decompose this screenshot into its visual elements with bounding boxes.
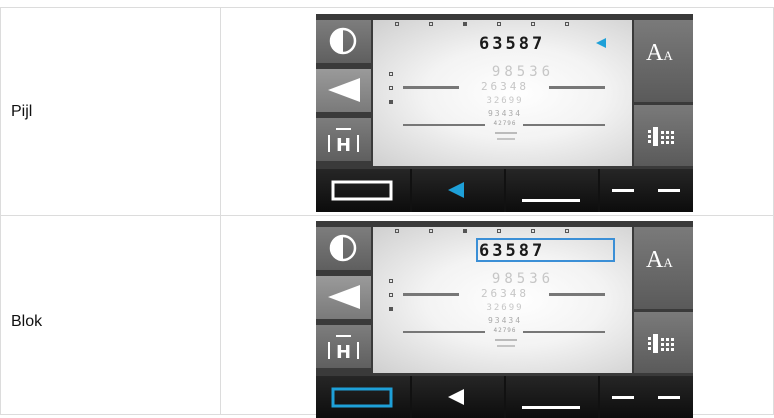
chart-marker [395,229,399,233]
chart-marker [463,229,467,233]
rectangle-frame-icon [331,387,393,408]
chart-grid-icon [648,127,674,146]
underline-icon [522,199,580,202]
letter-frame-icon: H [328,335,359,363]
arrow-mode-button[interactable] [316,69,371,112]
chart-layout-button[interactable] [634,105,693,166]
arrow-mode-button[interactable] [316,276,371,319]
arrow-pointer-button[interactable] [412,169,504,212]
letter-frame-button[interactable]: H [316,118,371,161]
dashes-icon [612,396,680,399]
chart-marker [531,22,535,26]
guide-line-left-2 [403,331,485,333]
contrast-icon [329,27,357,55]
guide-line-left-2 [403,124,485,126]
table-column-divider [220,7,221,414]
chart-grid-icon [648,334,674,353]
chart-marker [389,307,393,311]
font-size-icon: AA [646,247,673,273]
svg-text:H: H [336,342,351,363]
guide-line-right-2 [523,124,605,126]
chart-line-5: 93434 [487,316,523,325]
chart-line-1: 63587 [479,34,546,54]
chart-line-5: 93434 [487,109,523,118]
chart-line-4: 32699 [486,303,524,313]
chart-line-3: 26348 [480,80,530,93]
letter-frame-icon: H [328,128,359,156]
table-border-top [0,7,774,8]
eye-chart-display: 63587 98536 26348 32699 93434 42796 [373,20,632,166]
chart-line-2: 98536 [491,64,555,80]
chart-line-4: 32699 [486,96,524,106]
underline-icon [522,406,580,409]
chart-marker [389,293,393,297]
dashes-icon [612,189,680,192]
dashes-mode-button[interactable] [600,376,693,418]
chart-marker [565,22,569,26]
device-screenshot-blok: H 63587 98536 26348 32699 93434 42796 AA [316,221,693,418]
chart-marker [531,229,535,233]
font-size-icon: AA [646,40,673,66]
chart-marker [497,229,501,233]
guide-line-left [403,86,459,89]
letter-frame-button[interactable]: H [316,325,371,368]
chart-line-2: 98536 [491,271,555,287]
guide-line-right [549,86,605,89]
chart-marker [463,22,467,26]
chart-line-6: 42796 [493,327,517,334]
guide-line-right-2 [523,331,605,333]
font-size-button[interactable]: AA [634,227,693,309]
rectangle-frame-icon [331,180,393,201]
chart-marker [565,229,569,233]
row-label-pijl: Pijl [11,103,33,120]
small-text-line [497,138,515,140]
pointer-arrow-icon [596,38,606,48]
chart-line-6: 42796 [493,120,517,127]
small-text-line [497,345,515,347]
chart-marker [389,100,393,104]
pointer-arrow-icon [448,182,464,198]
arrow-left-icon [328,78,360,102]
font-size-button[interactable]: AA [634,20,693,102]
eye-chart-display: 63587 98536 26348 32699 93434 42796 [373,227,632,373]
underline-mode-button[interactable] [506,169,598,212]
chart-line-1: 63587 [479,241,546,261]
dashes-mode-button[interactable] [600,169,693,212]
block-mode-button[interactable] [316,169,410,212]
svg-text:H: H [336,135,351,156]
small-text-line [495,339,517,341]
underline-mode-button[interactable] [506,376,598,418]
block-mode-button[interactable] [316,376,410,418]
mode-bar [316,169,693,212]
chart-marker [395,22,399,26]
contrast-button[interactable] [316,20,371,63]
chart-marker [389,72,393,76]
arrow-left-icon [328,285,360,309]
chart-line-3: 26348 [480,287,530,300]
options-table: Pijl H 63587 98536 26348 32699 93434 427… [0,0,774,418]
guide-line-left [403,293,459,296]
row-label-blok: Blok [11,313,43,330]
guide-line-right [549,293,605,296]
contrast-button[interactable] [316,227,371,270]
chart-layout-button[interactable] [634,312,693,373]
small-text-line [495,132,517,134]
chart-marker [389,86,393,90]
arrow-pointer-button[interactable] [412,376,504,418]
pointer-arrow-icon [448,389,464,405]
mode-bar [316,376,693,418]
chart-marker [429,229,433,233]
table-border-left [0,7,1,414]
chart-marker [497,22,501,26]
contrast-icon [329,234,357,262]
device-screenshot-pijl: H 63587 98536 26348 32699 93434 42796 AA [316,14,693,212]
table-row-divider [0,215,774,216]
chart-marker [429,22,433,26]
chart-marker [389,279,393,283]
